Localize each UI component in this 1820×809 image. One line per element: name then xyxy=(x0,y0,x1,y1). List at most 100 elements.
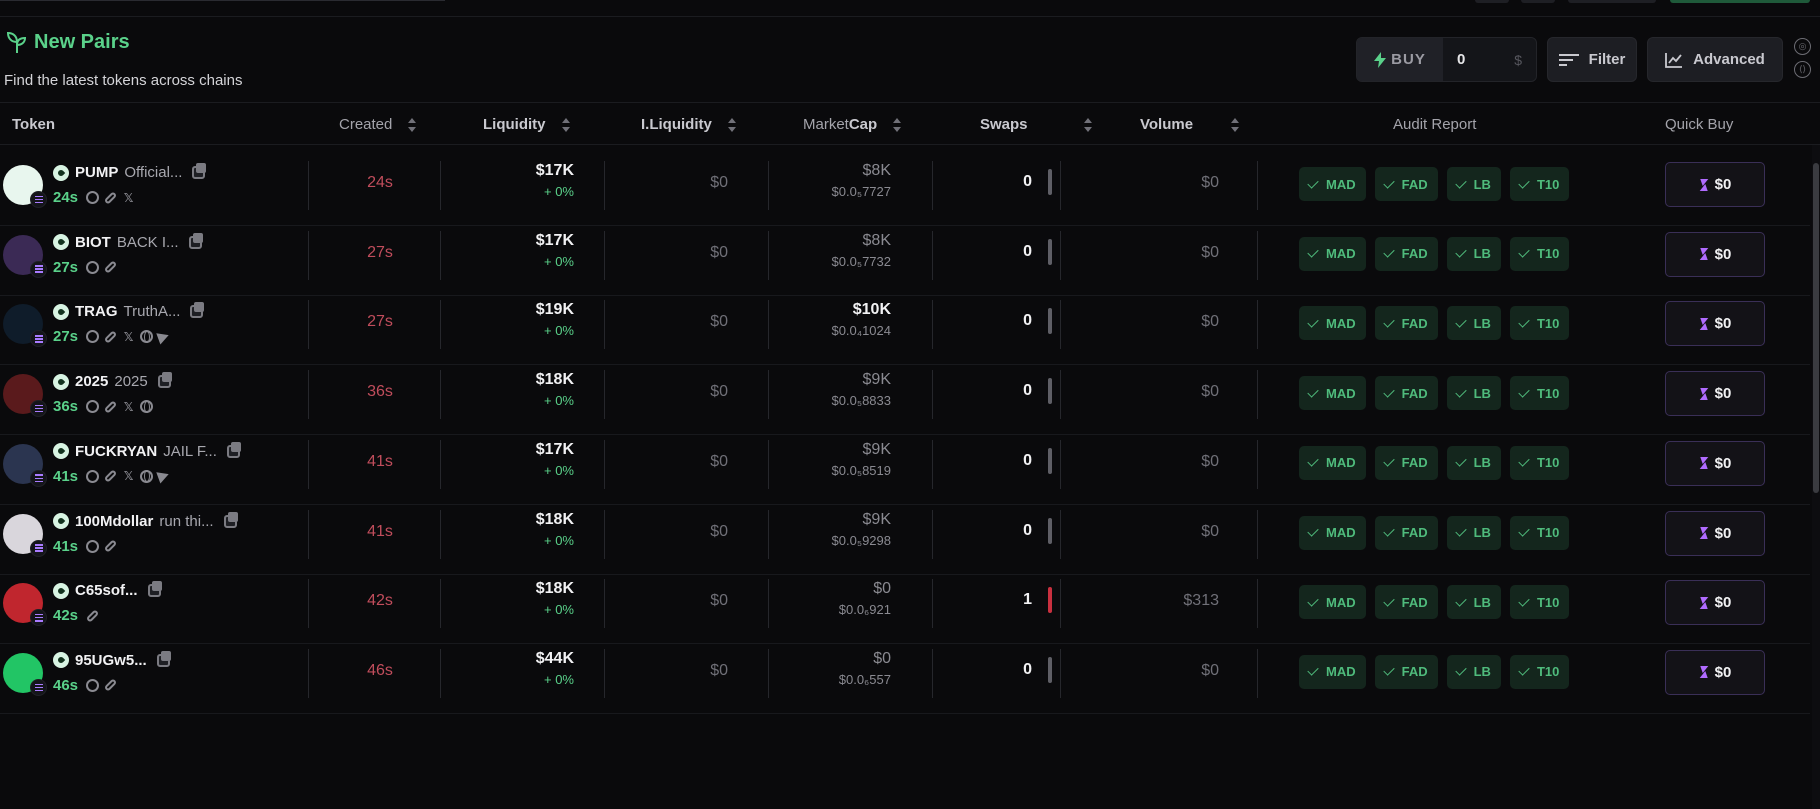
token-symbol[interactable]: 2025 xyxy=(75,373,108,390)
audit-badge[interactable]: FAD xyxy=(1374,236,1438,271)
audit-badge[interactable]: T10 xyxy=(1509,236,1570,271)
search-icon[interactable] xyxy=(86,539,100,553)
col-i-liquidity[interactable]: I.Liquidity xyxy=(641,103,737,146)
quick-buy-button[interactable]: $0 xyxy=(1665,162,1765,207)
audit-badge[interactable]: T10 xyxy=(1509,306,1570,341)
settings-icon[interactable]: ◎ xyxy=(1794,38,1811,55)
audit-badge[interactable]: LB xyxy=(1446,585,1501,620)
scrollbar-thumb[interactable] xyxy=(1813,163,1819,493)
token-symbol[interactable]: 95UGw5... xyxy=(75,652,147,669)
buy-amount-value[interactable]: 0 xyxy=(1457,51,1465,68)
sort-icon[interactable] xyxy=(1083,117,1093,133)
filter-button[interactable]: Filter xyxy=(1547,37,1637,82)
audit-badge[interactable]: FAD xyxy=(1374,515,1438,550)
search-icon[interactable] xyxy=(86,191,100,204)
token-name[interactable]: TruthA... xyxy=(124,303,181,320)
link-icon[interactable] xyxy=(103,469,118,484)
token-name[interactable]: Official... xyxy=(124,164,182,181)
search-bar-edge[interactable] xyxy=(0,0,445,1)
nav-stub[interactable] xyxy=(1568,0,1656,3)
code-icon[interactable]: ⟨⟩ xyxy=(1794,61,1811,78)
search-icon[interactable] xyxy=(86,400,100,414)
audit-badge[interactable]: MAD xyxy=(1299,167,1366,201)
copy-icon[interactable] xyxy=(157,372,172,389)
token-name[interactable]: BACK I... xyxy=(117,234,179,251)
audit-badge[interactable]: MAD xyxy=(1299,445,1366,480)
token-symbol[interactable]: 100Mdollar xyxy=(75,513,153,530)
audit-badge[interactable]: MAD xyxy=(1299,515,1366,550)
audit-badge[interactable]: T10 xyxy=(1509,654,1570,689)
token-symbol[interactable]: FUCKRYAN xyxy=(75,443,157,460)
sort-icon[interactable] xyxy=(893,117,902,133)
quick-buy-button[interactable]: $0 xyxy=(1665,510,1765,556)
token-symbol[interactable]: TRAG xyxy=(75,303,118,320)
search-icon[interactable] xyxy=(86,330,100,344)
telegram-icon[interactable] xyxy=(156,468,171,484)
col-marketcap[interactable]: MarketCap xyxy=(803,103,902,146)
audit-badge[interactable]: LB xyxy=(1446,515,1501,550)
sort-icon[interactable] xyxy=(561,117,571,133)
sort-icon[interactable] xyxy=(408,117,417,133)
token-row[interactable]: 95UGw5... 46s 46s $44K + 0% $0 $0 $0.0₆5… xyxy=(0,633,1810,714)
sort-icon[interactable] xyxy=(1231,117,1240,133)
x-icon[interactable]: 𝕏 xyxy=(122,330,135,344)
audit-badge[interactable]: MAD xyxy=(1299,585,1366,620)
globe-icon[interactable] xyxy=(140,400,154,414)
token-symbol[interactable]: C65sof... xyxy=(75,582,138,599)
telegram-icon[interactable] xyxy=(156,329,171,345)
audit-badge[interactable]: T10 xyxy=(1509,445,1570,480)
copy-icon[interactable] xyxy=(223,511,238,528)
col-created[interactable]: Created xyxy=(339,103,417,146)
nav-stub[interactable] xyxy=(1670,0,1810,3)
nav-stub[interactable] xyxy=(1475,0,1509,3)
audit-badge[interactable]: LB xyxy=(1446,236,1501,271)
buy-amount-input[interactable]: 0 $ xyxy=(1443,38,1536,81)
x-icon[interactable]: 𝕏 xyxy=(122,400,135,414)
copy-icon[interactable] xyxy=(147,581,162,598)
quick-buy-button[interactable]: $0 xyxy=(1665,371,1765,417)
link-icon[interactable] xyxy=(85,608,100,623)
link-icon[interactable] xyxy=(103,678,118,693)
sort-icon[interactable] xyxy=(727,117,737,133)
audit-badge[interactable]: LB xyxy=(1446,167,1501,201)
audit-badge[interactable]: MAD xyxy=(1299,654,1366,689)
col-volume[interactable]: Volume xyxy=(1140,103,1240,146)
token-symbol[interactable]: BIOT xyxy=(75,234,111,251)
audit-badge[interactable]: FAD xyxy=(1374,167,1438,201)
audit-badge[interactable]: FAD xyxy=(1374,445,1438,480)
token-name[interactable]: 2025 xyxy=(114,373,147,390)
audit-badge[interactable]: FAD xyxy=(1374,306,1438,341)
col-liquidity[interactable]: Liquidity xyxy=(483,103,571,146)
quick-buy-button[interactable]: $0 xyxy=(1665,301,1765,347)
audit-badge[interactable]: MAD xyxy=(1299,236,1366,271)
quick-buy-button[interactable]: $0 xyxy=(1665,580,1765,626)
audit-badge[interactable]: LB xyxy=(1446,445,1501,480)
globe-icon[interactable] xyxy=(140,330,154,344)
audit-badge[interactable]: T10 xyxy=(1509,167,1570,201)
buy-button[interactable]: BUY xyxy=(1357,38,1443,81)
copy-icon[interactable] xyxy=(156,650,171,667)
link-icon[interactable] xyxy=(103,399,118,414)
search-icon[interactable] xyxy=(86,260,100,274)
copy-icon[interactable] xyxy=(192,163,207,179)
quick-buy-button[interactable]: $0 xyxy=(1665,649,1765,695)
scrollbar[interactable] xyxy=(1812,145,1820,809)
audit-badge[interactable]: LB xyxy=(1446,376,1501,411)
x-icon[interactable]: 𝕏 xyxy=(122,191,135,205)
audit-badge[interactable]: FAD xyxy=(1374,654,1438,689)
globe-icon[interactable] xyxy=(140,469,154,483)
search-icon[interactable] xyxy=(86,469,100,483)
audit-badge[interactable]: MAD xyxy=(1299,376,1366,411)
token-name[interactable]: run thi... xyxy=(159,513,213,530)
copy-icon[interactable] xyxy=(190,302,205,319)
audit-badge[interactable]: FAD xyxy=(1374,585,1438,620)
link-icon[interactable] xyxy=(103,190,118,205)
advanced-button[interactable]: Advanced xyxy=(1647,37,1783,82)
x-icon[interactable]: 𝕏 xyxy=(122,469,135,483)
quick-buy-button[interactable]: $0 xyxy=(1665,440,1765,486)
link-icon[interactable] xyxy=(103,539,118,553)
copy-icon[interactable] xyxy=(188,232,203,249)
link-icon[interactable] xyxy=(103,260,118,274)
nav-stub[interactable] xyxy=(1521,0,1555,3)
audit-badge[interactable]: T10 xyxy=(1509,376,1570,411)
